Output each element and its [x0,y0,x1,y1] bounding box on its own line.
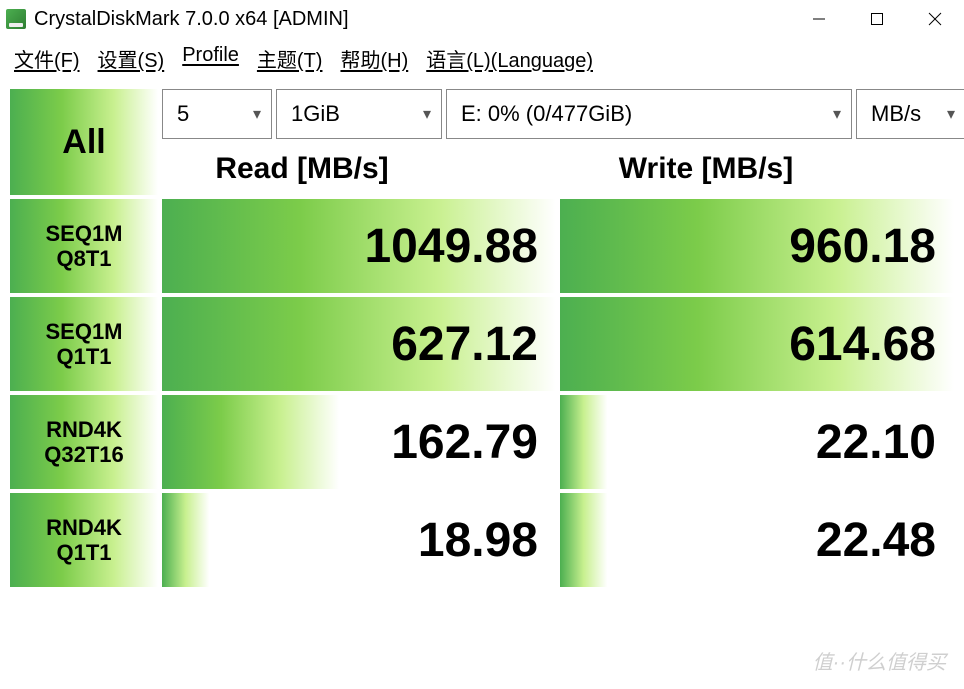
menu-profile[interactable]: Profile [182,44,239,73]
results-grid: SEQ1MQ8T1 1049.88 960.18 SEQ1MQ1T1 627.1… [10,199,954,587]
read-value-2: 162.79 [162,395,556,489]
app-icon [6,9,26,29]
menu-language[interactable]: 语言(L)(Language) [426,44,593,73]
test-label-line1: SEQ1M [45,319,122,344]
test-button-seq1m-q8t1[interactable]: SEQ1MQ8T1 [10,199,158,293]
test-label-line2: Q1T1 [56,540,111,565]
minimize-button[interactable] [790,0,848,38]
close-button[interactable] [906,0,964,38]
run-all-button[interactable]: All [10,89,158,195]
menu-settings[interactable]: 设置(S) [98,44,165,73]
write-value-0: 960.18 [560,199,954,293]
unit-select[interactable]: MB/s ▾ [856,89,964,139]
test-button-rnd4k-q32t16[interactable]: RND4KQ32T16 [10,395,158,489]
content-area: All 5▾ 1GiB▾ E: 0% (0/477GiB)▾ MB/s▾ Rea… [0,83,964,597]
test-button-seq1m-q1t1[interactable]: SEQ1MQ1T1 [10,297,158,391]
write-value-1: 614.68 [560,297,954,391]
chevron-down-icon: ▾ [253,104,261,124]
write-header: Write [MB/s] [446,143,964,195]
write-value-3: 22.48 [560,493,954,587]
test-label-line1: RND4K [46,515,122,540]
read-header: Read [MB/s] [162,143,442,195]
chevron-down-icon: ▾ [947,104,955,124]
drive-select[interactable]: E: 0% (0/477GiB) ▾ [446,89,852,139]
unit-value: MB/s [871,101,921,127]
test-button-rnd4k-q1t1[interactable]: RND4KQ1T1 [10,493,158,587]
menubar: 文件(F) 设置(S) Profile 主题(T) 帮助(H) 语言(L)(La… [0,38,964,83]
test-label-line1: SEQ1M [45,221,122,246]
drive-value: E: 0% (0/477GiB) [461,101,632,127]
menu-file[interactable]: 文件(F) [14,44,80,73]
maximize-button[interactable] [848,0,906,38]
menu-help[interactable]: 帮助(H) [340,44,408,73]
size-select[interactable]: 1GiB ▾ [276,89,442,139]
runs-select[interactable]: 5▾ [162,89,272,139]
read-value-1: 627.12 [162,297,556,391]
watermark: 值··什么值得买 [813,646,946,675]
titlebar: CrystalDiskMark 7.0.0 x64 [ADMIN] [0,0,964,38]
test-label-line2: Q32T16 [44,442,124,467]
runs-value: 5 [177,101,189,127]
read-value-3: 18.98 [162,493,556,587]
chevron-down-icon: ▾ [423,104,431,124]
read-value-0: 1049.88 [162,199,556,293]
size-value: 1GiB [291,101,340,127]
test-label-line2: Q1T1 [56,344,111,369]
window-title: CrystalDiskMark 7.0.0 x64 [ADMIN] [34,8,349,31]
write-value-2: 22.10 [560,395,954,489]
chevron-down-icon: ▾ [833,104,841,124]
test-label-line1: RND4K [46,417,122,442]
menu-theme[interactable]: 主题(T) [257,44,323,73]
test-label-line2: Q8T1 [56,246,111,271]
